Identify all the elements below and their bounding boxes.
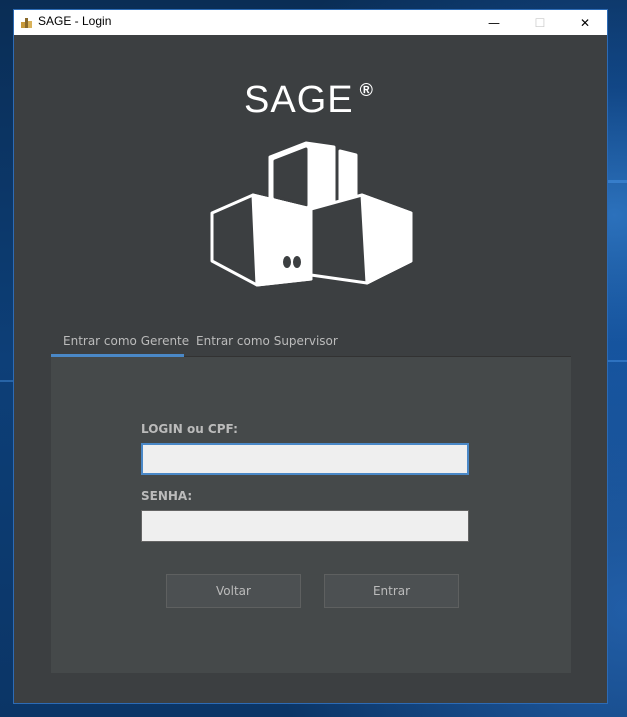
maximize-button[interactable]: ☐	[517, 10, 563, 35]
minimize-button[interactable]: —	[471, 10, 517, 35]
brand-title: SAGE ®	[244, 79, 404, 122]
desktop-light-streak	[608, 360, 627, 362]
building-logo	[210, 141, 413, 287]
login-input[interactable]	[141, 443, 469, 475]
window-content: SAGE ® Entrar como Gerente Entrar como S…	[14, 35, 607, 703]
close-icon: ✕	[579, 15, 591, 30]
minimize-icon: —	[488, 15, 500, 30]
submit-button[interactable]: Entrar	[324, 574, 459, 608]
title-bar[interactable]: SAGE - Login — ☐ ✕	[14, 10, 607, 35]
tab-supervisor-login[interactable]: Entrar como Supervisor	[196, 325, 338, 357]
close-button[interactable]: ✕	[562, 10, 608, 35]
desktop-light-streak	[608, 180, 627, 183]
window-title: SAGE - Login	[38, 14, 112, 28]
tab-manager-login[interactable]: Entrar como Gerente	[63, 325, 189, 357]
brand-name: SAGE	[244, 79, 354, 121]
login-tab-panel: Entrar como Gerente Entrar como Supervis…	[51, 325, 571, 673]
desktop-light-streak	[0, 380, 13, 382]
login-window: SAGE - Login — ☐ ✕ SAGE ® Entrar como Ge…	[13, 9, 608, 704]
login-label: LOGIN ou CPF:	[141, 422, 238, 436]
registered-mark: ®	[359, 80, 374, 100]
selected-tab-indicator	[51, 354, 184, 357]
password-label: SENHA:	[141, 489, 193, 503]
maximize-icon: ☐	[534, 15, 546, 30]
tab-strip: Entrar como Gerente Entrar como Supervis…	[51, 325, 571, 357]
password-input[interactable]	[141, 510, 469, 542]
app-icon	[21, 18, 32, 28]
back-button[interactable]: Voltar	[166, 574, 301, 608]
